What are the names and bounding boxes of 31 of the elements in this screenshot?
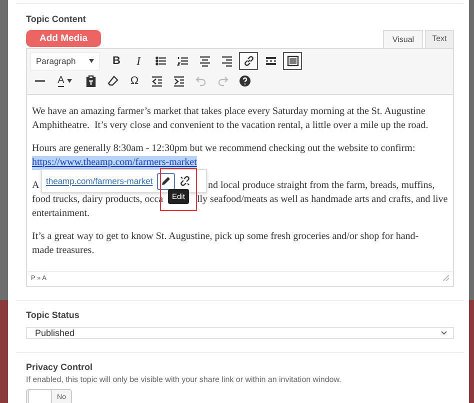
- field-label: Topic Status: [26, 310, 80, 320]
- editor-tab[interactable]: Text: [425, 30, 454, 48]
- pencil-icon[interactable]: [156, 172, 175, 190]
- resize-handle-icon[interactable]: [442, 275, 449, 281]
- italic-button[interactable]: I: [129, 52, 148, 70]
- paragraph-text: We have an amazing farmer’s market that takes place every Saturday morning at the St. Augustine: [32, 105, 426, 119]
- section-title: Topic Content: [26, 14, 87, 24]
- bold-button[interactable]: B: [107, 52, 126, 70]
- status-select[interactable]: Published: [26, 327, 454, 339]
- toolbar-toggle-icon[interactable]: [283, 52, 302, 70]
- paragraph-text: lly seafood/meats as well as handmade arts and crafts, and live: [197, 193, 448, 207]
- paragraph-text: made treasures.: [32, 244, 94, 258]
- paragraph-text: nd local produce straight from the farm, breads, muffins,: [208, 179, 435, 193]
- field-description: If enabled, this topic will only be visible with your share link or within an invitation window.: [26, 375, 342, 384]
- paragraph-text: entertainment.: [32, 207, 90, 221]
- field-label: Privacy Control: [26, 362, 94, 372]
- paragraph-text: It’s a great way to get to know St. Augustine, pick up some fresh groceries and/or shop for hand-: [32, 230, 419, 244]
- link-icon[interactable]: [239, 52, 258, 70]
- chevron-down-icon: [440, 331, 447, 335]
- caret-icon: [67, 79, 72, 83]
- unlink-icon[interactable]: [178, 175, 191, 187]
- format-select[interactable]: Paragraph: [30, 52, 100, 70]
- paragraph-text: Amphitheatre. It’s very close and convenient to the vacation rental, a little over a mile up the road.: [32, 119, 428, 133]
- paragraph-text: Hours are generally 8:30am - 12:30pm but we recommend checking out the website to confirm:: [32, 142, 416, 156]
- paragraph-text: A: [32, 180, 40, 191]
- editor-tab[interactable]: Visual: [383, 30, 424, 48]
- text-color-button[interactable]: A: [52, 72, 78, 90]
- link-url[interactable]: theamp.com/farmers-market: [46, 174, 153, 188]
- caret-icon: [89, 59, 94, 63]
- link[interactable]: https://www.theamp.com/farmers-market: [32, 156, 197, 170]
- special-character-button[interactable]: Ω: [125, 72, 144, 90]
